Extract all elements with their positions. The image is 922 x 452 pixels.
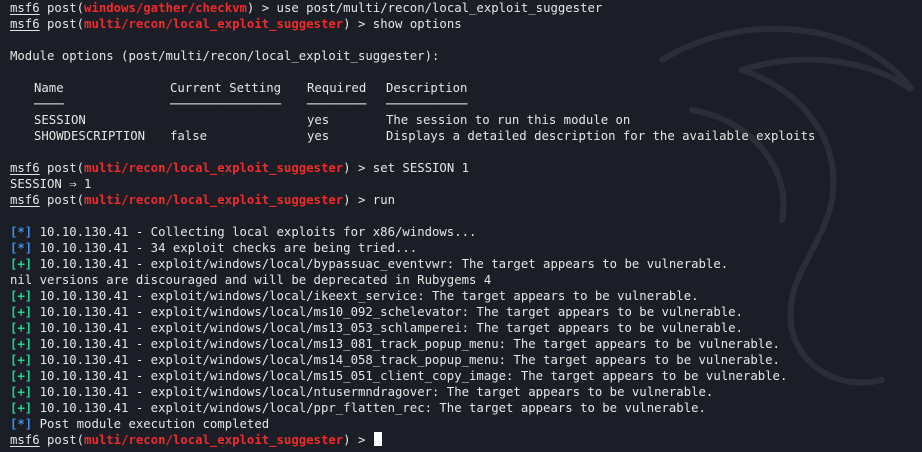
output-text: 10.10.130.41 - exploit/windows/local/ike… [32, 289, 699, 303]
output-text: 10.10.130.41 - exploit/windows/local/ppr… [32, 401, 706, 415]
output-text: nil versions are discouraged and will be… [10, 273, 492, 287]
output-line: [+] 10.10.130.41 - exploit/windows/local… [10, 400, 922, 416]
option-required: yes [307, 129, 330, 143]
options-heading: Module options (post/multi/recon/local_e… [10, 49, 440, 63]
msf-prompt-label: msf6 [10, 193, 40, 207]
prompt-arrow: > [350, 433, 373, 447]
prompt-arrow: > [350, 161, 373, 175]
active-module: multi/recon/local_exploit_suggester [84, 161, 344, 175]
output-line: [*] 10.10.130.41 - 34 exploit checks are… [10, 240, 922, 256]
output-text: 10.10.130.41 - 34 exploit checks are bei… [32, 241, 418, 255]
option-description: Displays a detailed description for the … [386, 129, 816, 143]
output-line: [*] 10.10.130.41 - Collecting local expl… [10, 224, 922, 240]
active-module: multi/recon/local_exploit_suggester [84, 17, 344, 31]
option-required: yes [307, 113, 330, 127]
command-text: use post/multi/recon/local_exploit_sugge… [276, 1, 603, 15]
underline-required: ──────── [307, 97, 367, 111]
status-tag: [+] [10, 385, 33, 399]
command-text: show options [372, 17, 462, 31]
option-description: The session to run this module on [386, 113, 631, 127]
output-text: 10.10.130.41 - exploit/windows/local/ms1… [32, 369, 788, 383]
prompt-line: msf6 post(windows/gather/checkvm) > use … [10, 0, 922, 16]
output-line: [+] 10.10.130.41 - exploit/windows/local… [10, 288, 922, 304]
status-tag: [*] [10, 225, 33, 239]
prompt-close: ) [343, 193, 351, 207]
output-text: 10.10.130.41 - exploit/windows/local/ms1… [32, 337, 780, 351]
output-line: [+] 10.10.130.41 - exploit/windows/local… [10, 384, 922, 400]
output-text: 10.10.130.41 - exploit/windows/local/ms1… [32, 321, 743, 335]
col-header-required: Required [307, 81, 367, 95]
status-tag: [+] [10, 321, 33, 335]
status-tag: [*] [10, 241, 33, 255]
terminal-output[interactable]: msf6 post(windows/gather/checkvm) > use … [10, 0, 922, 452]
output-text: 10.10.130.41 - Collecting local exploits… [32, 225, 477, 239]
post-prefix: post( [39, 161, 85, 175]
status-tag: [*] [10, 417, 33, 431]
output-text: 10.10.130.41 - exploit/windows/local/byp… [32, 257, 729, 271]
msf-prompt-label: msf6 [10, 433, 40, 447]
command-text: run [372, 193, 396, 207]
active-module: windows/gather/checkvm [84, 1, 247, 15]
output-text: 10.10.130.41 - exploit/windows/local/ntu… [32, 385, 714, 399]
output-line: nil versions are discouraged and will be… [10, 272, 922, 288]
output-line: [+] 10.10.130.41 - exploit/windows/local… [10, 256, 922, 272]
output-text: 10.10.130.41 - exploit/windows/local/ms1… [32, 353, 780, 367]
output-text: 10.10.130.41 - exploit/windows/local/ms1… [32, 305, 743, 319]
output-line: [+] 10.10.130.41 - exploit/windows/local… [10, 336, 922, 352]
option-name: SESSION [34, 113, 86, 127]
prompt-arrow: > [254, 1, 277, 15]
options-row: SESSION yes The session to run this modu… [10, 112, 922, 128]
status-tag: [+] [10, 369, 33, 383]
options-row: SHOWDESCRIPTION false yes Displays a det… [10, 128, 922, 144]
active-prompt-line[interactable]: msf6 post(multi/recon/local_exploit_sugg… [10, 432, 922, 448]
status-tag: [+] [10, 353, 33, 367]
output-text: Post module execution completed [32, 417, 270, 431]
post-prefix: post( [39, 433, 85, 447]
output-line: [+] 10.10.130.41 - exploit/windows/local… [10, 352, 922, 368]
prompt-close: ) [343, 17, 351, 31]
active-module: multi/recon/local_exploit_suggester [84, 433, 344, 447]
underline-current: ─────────────── [170, 97, 282, 111]
status-tag: [+] [10, 337, 33, 351]
prompt-arrow: > [350, 193, 373, 207]
output-line: [+] 10.10.130.41 - exploit/windows/local… [10, 304, 922, 320]
options-header-row: Name Current Setting Required Descriptio… [10, 80, 922, 96]
col-header-description: Description [386, 81, 468, 95]
option-name: SHOWDESCRIPTION [34, 129, 146, 143]
command-text: set SESSION 1 [372, 161, 470, 175]
col-header-current: Current Setting [170, 81, 282, 95]
session-assignment: SESSION ⇒ 1 [10, 177, 92, 191]
text-cursor [373, 432, 382, 446]
underline-name: ──── [34, 97, 64, 111]
status-tag: [+] [10, 289, 33, 303]
prompt-line: msf6 post(multi/recon/local_exploit_sugg… [10, 192, 922, 208]
msf-prompt-label: msf6 [10, 1, 40, 15]
prompt-close: ) [343, 433, 351, 447]
post-prefix: post( [39, 193, 85, 207]
prompt-line: msf6 post(multi/recon/local_exploit_sugg… [10, 16, 922, 32]
msf-prompt-label: msf6 [10, 161, 40, 175]
post-prefix: post( [39, 1, 85, 15]
output-line: [+] 10.10.130.41 - exploit/windows/local… [10, 368, 922, 384]
output-line: [+] 10.10.130.41 - exploit/windows/local… [10, 320, 922, 336]
prompt-arrow: > [350, 17, 373, 31]
underline-description: ─────────── [386, 97, 468, 111]
option-current: false [170, 129, 208, 143]
msf-prompt-label: msf6 [10, 17, 40, 31]
status-tag: [+] [10, 401, 33, 415]
options-header-underline: ──── ─────────────── ──────── ──────────… [10, 96, 922, 112]
module-output: [*] 10.10.130.41 - Collecting local expl… [10, 224, 922, 432]
status-tag: [+] [10, 257, 33, 271]
active-module: multi/recon/local_exploit_suggester [84, 193, 344, 207]
prompt-line: msf6 post(multi/recon/local_exploit_sugg… [10, 160, 922, 176]
status-tag: [+] [10, 305, 33, 319]
col-header-name: Name [34, 81, 64, 95]
post-prefix: post( [39, 17, 85, 31]
output-line: [*] Post module execution completed [10, 416, 922, 432]
prompt-close: ) [343, 161, 351, 175]
